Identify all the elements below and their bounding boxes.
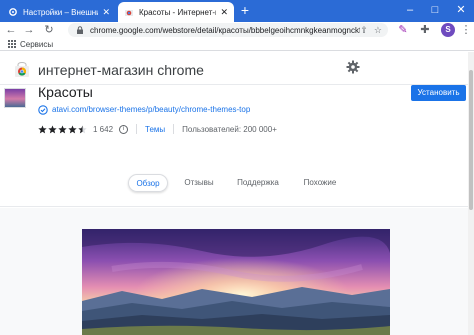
avatar[interactable]: S — [441, 23, 455, 37]
close-icon[interactable]: ✕ — [220, 7, 228, 17]
install-button[interactable]: Установить — [411, 85, 466, 101]
rating-stars — [38, 124, 88, 134]
bookmark-star-icon[interactable]: ☆ — [374, 25, 382, 36]
apps-grid-icon[interactable] — [8, 40, 16, 48]
extension-icon[interactable]: ✎ — [396, 23, 410, 37]
bookmark-services[interactable]: Сервисы — [20, 40, 53, 49]
address-bar[interactable]: chrome.google.com/webstore/detail/красот… — [68, 23, 388, 37]
page-scrollbar[interactable] — [468, 52, 474, 335]
menu-dots-icon[interactable]: ⋮ — [459, 23, 473, 37]
store-name[interactable]: интернет-магазин chrome — [38, 62, 204, 78]
detail-tabs: Обзор Отзывы Поддержка Похожие — [0, 168, 468, 198]
tab-title: Красоты - Интернет-магазин Ch — [139, 7, 216, 17]
chrome-webstore-logo[interactable] — [14, 62, 30, 78]
theme-preview-image[interactable] — [82, 229, 390, 335]
tab-strip: Настройки – Внешний вид ✕ Красоты - Инте… — [0, 0, 474, 22]
star-icon — [68, 124, 77, 133]
maximize-button[interactable]: □ — [428, 3, 442, 17]
settings-gear-icon[interactable] — [346, 60, 360, 74]
rating-row: 1 642 i Темы Пользователей: 200 000+ — [38, 123, 277, 135]
webstore-icon — [125, 10, 133, 16]
tab-reviews[interactable]: Отзывы — [181, 174, 217, 192]
rating-count[interactable]: 1 642 — [93, 125, 113, 134]
tab-overview[interactable]: Обзор — [128, 174, 168, 192]
lock-icon — [77, 26, 83, 34]
browser-toolbar: ← → ↻ chrome.google.com/webstore/detail/… — [0, 22, 474, 38]
minimize-button[interactable]: – — [403, 3, 417, 17]
gear-icon — [9, 8, 17, 16]
star-icon — [48, 124, 57, 133]
divider — [173, 124, 175, 134]
window-close-button[interactable]: ✕ — [454, 3, 468, 17]
divider — [136, 124, 138, 134]
tab-title: Настройки – Внешний вид — [23, 7, 99, 17]
info-icon[interactable]: i — [119, 124, 129, 134]
user-count: Пользователей: 200 000+ — [182, 124, 277, 134]
back-arrow-icon[interactable]: ← — [4, 23, 18, 37]
verified-check-icon — [38, 105, 48, 115]
category-link[interactable]: Темы — [145, 125, 165, 134]
new-tab-button[interactable]: + — [238, 3, 252, 18]
reload-icon[interactable]: ↻ — [42, 23, 56, 37]
store-header: интернет-магазин chrome — [0, 52, 468, 84]
browser-tab-settings[interactable]: Настройки – Внешний вид ✕ — [2, 2, 116, 22]
star-icon — [58, 124, 67, 133]
publisher-link[interactable]: atavi.com/browser-themes/p/beauty/chrome… — [52, 105, 250, 114]
browser-tab-webstore[interactable]: Красоты - Интернет-магазин Ch ✕ — [118, 2, 234, 22]
share-icon[interactable]: ⇪ — [360, 25, 368, 36]
item-title: Красоты — [38, 84, 93, 100]
bookmarks-bar: Сервисы — [0, 38, 474, 51]
forward-arrow-icon[interactable]: → — [22, 23, 36, 37]
theme-thumbnail — [4, 88, 26, 108]
tab-support[interactable]: Поддержка — [234, 174, 282, 192]
scrollbar-thumb[interactable] — [469, 70, 473, 210]
extensions-puzzle-icon[interactable]: ✚ — [418, 23, 432, 37]
url-text: chrome.google.com/webstore/detail/красот… — [90, 25, 361, 35]
half-star-icon — [78, 124, 87, 133]
tab-related[interactable]: Похожие — [300, 174, 340, 192]
close-icon[interactable]: ✕ — [102, 7, 110, 17]
divider — [0, 206, 468, 207]
star-icon — [38, 124, 47, 133]
